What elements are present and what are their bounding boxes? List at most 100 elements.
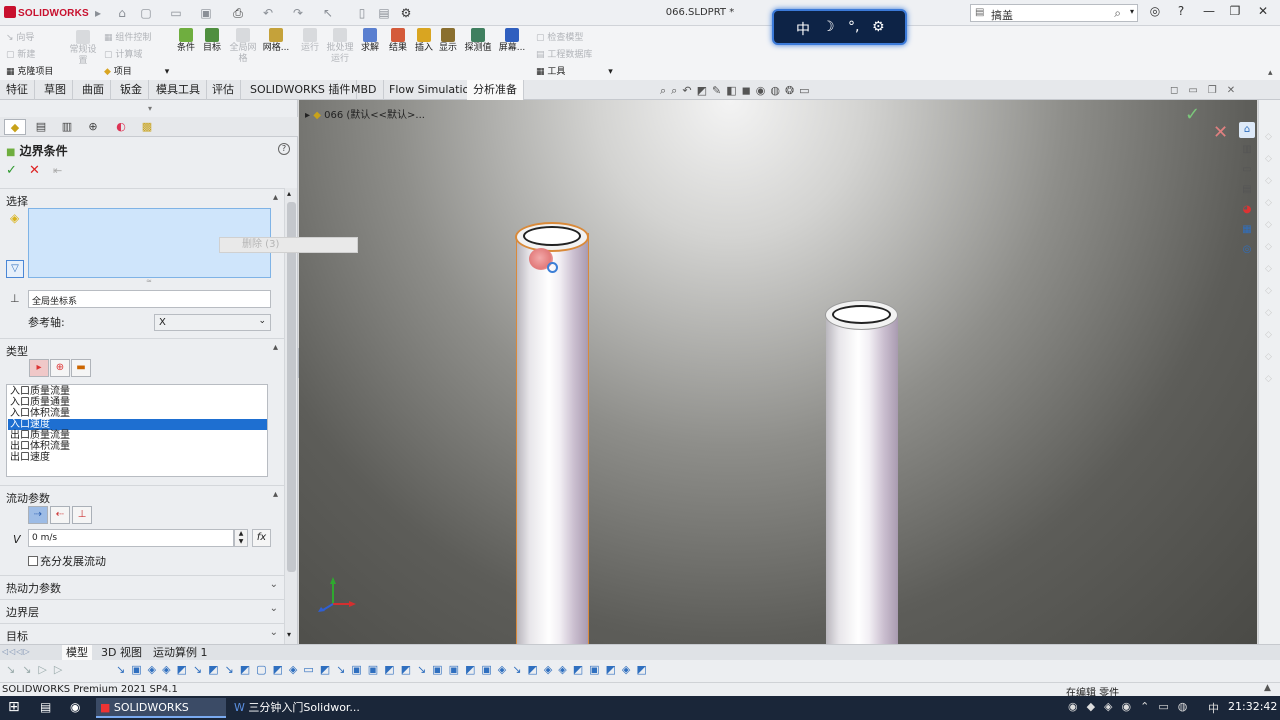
resize-handle-icon[interactable]: ≈ [146,277,152,285]
tab-model[interactable]: 模型 [62,645,92,661]
home-view-icon[interactable]: ⌂ [1239,122,1255,138]
insert-button[interactable]: 插入 [412,28,436,54]
3d-content-icon[interactable]: ▥ [1239,142,1255,158]
view-settings-icon[interactable]: ▭ [799,84,814,97]
tab-features[interactable]: 特征 [0,80,35,100]
tools-button[interactable]: ▦ 工具 ▾ [536,64,613,77]
property-manager-tab-icon[interactable]: ▥ [56,119,78,135]
tab-sketch[interactable]: 草图 [38,80,73,100]
engineering-database-button[interactable]: ▤ 工程数据库 [536,47,592,60]
tab-mold-tools[interactable]: 模具工具 [150,80,207,100]
appearance-tab-icon[interactable]: ◐ [110,119,132,135]
cancel-button[interactable]: ✕ [29,163,40,178]
new-project-button[interactable]: ▢ 新建 [6,47,35,60]
rebuild-icon[interactable]: ▯ [354,5,370,21]
taskbar-solidworks[interactable]: ■ SOLIDWORKS Prem... [96,698,226,718]
file-properties-icon[interactable]: ▤ [376,5,392,21]
panel-scrollbar[interactable]: ▴ ▾ [284,188,297,644]
3d-vector-icon[interactable]: ⊥ [72,506,92,524]
ime-toolbar[interactable]: 中 ☽ °, ⚙ [772,9,907,45]
search-icon[interactable]: ⌕ [1114,6,1121,21]
tab-sheet-metal[interactable]: 钣金 [114,80,149,100]
ime-language[interactable]: 中 [796,19,810,39]
search-box[interactable]: ▤ 搞盖 ⌕ ▾ [970,4,1138,22]
tab-evaluate[interactable]: 评估 [206,80,241,100]
search-dropdown-icon[interactable]: ▾ [1130,7,1134,16]
view-palette-icon[interactable]: ▤ [1239,182,1255,198]
display-style-icon[interactable]: ◼ [742,84,756,97]
hide-show-icon[interactable]: ◉ [756,84,771,97]
normal-to-face-icon[interactable]: ⇢ [28,506,48,524]
scroll-thumb[interactable] [287,202,296,572]
computational-domain-button[interactable]: ▢ 计算域 [104,47,142,60]
reference-axis-select[interactable]: X ⌄ [154,314,271,331]
solidworks-forum-icon[interactable]: ◎ [1239,242,1255,258]
menu-expand-icon[interactable]: ▸ [90,5,106,21]
type-section-header[interactable]: 类型 ▴ [0,338,284,358]
user-icon[interactable]: ◎ [1144,4,1166,22]
tab-solidworks-addins[interactable]: SOLIDWORKS 插件 [244,80,358,100]
new-document-icon[interactable]: ▢ [138,5,154,21]
list-item[interactable]: 出口质量流量 [8,430,267,441]
clone-project-button[interactable]: ▦ 克隆项目 [6,64,53,77]
results-button[interactable]: 结果 [386,28,410,54]
solidworks-logo[interactable]: SOLIDWORKS [4,6,89,19]
boundary-layer-section-header[interactable]: 边界层 ⌄ [0,599,284,619]
viewport-maximize-icon[interactable]: ◻ [1170,85,1188,96]
status-icon[interactable]: ▲ [1264,683,1271,693]
custom-properties-icon[interactable]: ▦ [1239,222,1255,238]
list-item[interactable]: 入口质量通量 [8,397,267,408]
options-gear-icon[interactable]: ⚙ [398,5,414,21]
minimize-button[interactable]: — [1198,4,1220,22]
boundary-type-list[interactable]: 入口质量流量 入口质量通量 入口体积流量 入口速度 出口质量流量 出口体积流量 … [6,384,268,477]
configuration-tab-icon[interactable]: ⊕ [82,119,104,135]
clock[interactable]: 21:32:42 [1228,700,1277,713]
select-icon[interactable]: ↖ [320,5,336,21]
file-manager-icon[interactable]: ▤ [40,700,51,714]
search-input[interactable]: 搞盖 [991,7,1013,23]
pipe-body-right[interactable] [826,313,898,644]
tab-analysis-preparation[interactable]: 分析准备 [467,80,524,100]
ime-gear-icon[interactable]: ⚙ [872,19,885,35]
flow-simulation-tab-icon[interactable]: ◆ [4,119,26,135]
zoom-to-fit-icon[interactable]: ⌕ [660,84,671,97]
reverse-direction-icon[interactable]: ⇠ [50,506,70,524]
pin-icon[interactable]: ⇤ [53,164,62,177]
collapse-ribbon-icon[interactable]: ▴ [1268,68,1273,78]
task-pane-icons[interactable]: ◇ ◇ ◇ ◇ ◇ ◇ ◇ ◇ ◇ ◇ ◇ ◇ [1265,126,1272,390]
wall-type-icon[interactable]: ▬ [71,359,91,377]
tab-3d-views[interactable]: 3D 视图 [97,645,146,661]
print-icon[interactable]: ⎙ [230,5,246,21]
probe-button[interactable]: 探测值 [463,28,493,54]
thermo-section-header[interactable]: 热动力参数 ⌄ [0,575,284,595]
graphics-area[interactable]: ▸ ◆ 066 (默认<<默认>... ✓ ✕ [299,100,1257,644]
feature-tree-breadcrumb[interactable]: ▸ ◆ 066 (默认<<默认>... [305,106,425,121]
view-orientation-icon[interactable]: ◧ [726,84,741,97]
undo-icon[interactable]: ↶ [260,5,276,21]
check-model-button[interactable]: ▢ 检查模型 [536,30,583,43]
list-item[interactable]: 入口体积流量 [8,408,267,419]
appearances-icon[interactable]: ◕ [1239,202,1255,218]
flow-openings-type-icon[interactable]: ▸ [29,359,49,377]
save-icon[interactable]: ▣ [198,5,214,21]
restore-button[interactable]: ❐ [1224,4,1246,22]
list-item-selected[interactable]: 入口速度 [8,419,267,430]
list-item[interactable]: 入口质量流量 [8,386,267,397]
confirm-corner-cancel-icon[interactable]: ✕ [1213,122,1228,143]
sketch-tools-disabled[interactable]: ↘↘▷▷ [6,663,69,676]
close-button[interactable]: ✕ [1252,4,1274,22]
redo-icon[interactable]: ↷ [290,5,306,21]
list-item[interactable]: 出口体积流量 [8,441,267,452]
filter-icon[interactable]: ▽ [6,260,24,278]
tab-motion-study[interactable]: 运动算例 1 [149,645,212,661]
punctuation-icon[interactable]: °, [848,19,859,35]
wizard-button[interactable]: ↘ 向导 [6,30,34,43]
scroll-down-icon[interactable]: ▾ [287,630,291,639]
zoom-area-icon[interactable]: ⌕ [671,84,682,97]
heads-up-view-toolbar[interactable] [659,100,899,102]
search-scope-icon[interactable]: ▤ [975,7,984,18]
batch-run-button[interactable]: 批处理 运行 [325,28,355,65]
app-pinned-icon[interactable]: ◉ [70,700,80,714]
system-tray-icons[interactable]: ◉◆◈◉⌃▭◍ [1068,700,1196,713]
open-folder-icon[interactable]: ▭ [168,5,184,21]
